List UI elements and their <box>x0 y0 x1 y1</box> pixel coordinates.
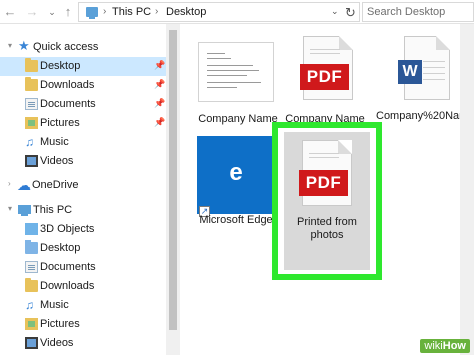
pin-icon: 📌 <box>154 117 166 127</box>
sidebar-item-label: Music <box>40 299 69 311</box>
collapse-chevron-icon[interactable]: ▾ <box>8 204 12 213</box>
sidebar-item-desktop-pc[interactable]: Desktop <box>0 239 166 258</box>
file-item-microsoft-edge[interactable]: e ↗ Microsoft Edge <box>194 136 278 236</box>
documents-icon <box>25 98 38 110</box>
sidebar-item-music[interactable]: ♫ Music <box>0 133 166 152</box>
address-bar[interactable]: › This PC › Desktop ⌄ ↻ <box>78 2 360 22</box>
edge-logo-icon: e <box>229 159 243 186</box>
sidebar-item-documents[interactable]: Documents 📌 <box>0 95 166 114</box>
sidebar-item-label: Documents <box>40 98 96 110</box>
music-icon: ♫ <box>25 135 34 149</box>
main-scrollbar[interactable] <box>460 24 474 355</box>
videos-icon <box>25 337 38 349</box>
file-list: Company Name PDF Company Name W Company%… <box>180 24 474 355</box>
sidebar-item-label: Downloads <box>40 280 95 292</box>
refresh-icon[interactable]: ↻ <box>345 5 356 21</box>
word-icon: W <box>398 60 422 84</box>
file-name: Company%20Name <box>376 110 474 123</box>
file-item-printed-from-photos[interactable]: PDF Printed from photos <box>278 128 376 274</box>
sidebar-item-downloads[interactable]: Downloads 📌 <box>0 76 166 95</box>
computer-icon <box>18 205 31 216</box>
collapse-chevron-icon[interactable]: ▾ <box>8 41 12 50</box>
sidebar-item-pictures[interactable]: Pictures 📌 <box>0 114 166 133</box>
sidebar-item-label: 3D Objects <box>40 223 95 235</box>
sidebar-item-videos[interactable]: Videos <box>0 152 166 171</box>
sidebar-item-desktop[interactable]: Desktop 📌 <box>0 57 166 76</box>
letter-thumbnail <box>198 42 274 102</box>
cube-icon <box>25 223 38 235</box>
sidebar-item-quick-access[interactable]: ▾ ★ Quick access <box>0 38 166 57</box>
file-name: Company Name <box>198 113 278 125</box>
this-pc-icon <box>86 7 98 19</box>
folder-icon <box>25 58 38 72</box>
pictures-icon <box>25 117 38 129</box>
watermark-suffix: How <box>442 340 466 352</box>
sidebar-scrollbar[interactable] <box>166 24 180 355</box>
pin-icon: 📌 <box>154 79 166 89</box>
sidebar-item-label: Quick access <box>33 41 99 53</box>
up-arrow-icon[interactable]: ↑ <box>60 3 76 21</box>
file-name: Printed from photos <box>297 216 357 241</box>
file-name: Microsoft Edge <box>199 214 273 226</box>
sidebar-item-pictures-pc[interactable]: Pictures <box>0 315 166 334</box>
folder-icon <box>25 240 38 254</box>
navigation-pane: ▾ ★ Quick access Desktop 📌 Downloads 📌 D… <box>0 24 180 355</box>
sidebar-item-label: This PC <box>33 204 73 216</box>
videos-icon <box>25 155 38 167</box>
sidebar-item-label: Videos <box>40 155 74 167</box>
music-icon: ♫ <box>25 298 34 312</box>
sidebar-scrollbar-thumb[interactable] <box>169 30 177 330</box>
pin-icon: 📌 <box>154 98 166 108</box>
documents-icon <box>25 261 38 273</box>
sidebar-item-label: OneDrive <box>32 179 79 191</box>
sidebar-item-downloads-pc[interactable]: Downloads <box>0 277 166 296</box>
sidebar-item-label: Desktop <box>40 60 81 72</box>
sidebar-item-this-pc[interactable]: ▾ This PC <box>0 201 166 220</box>
breadcrumb-separator-icon: › <box>155 6 159 17</box>
sidebar-item-label: Documents <box>40 261 96 273</box>
star-icon: ★ <box>18 38 30 53</box>
watermark-brand: wiki <box>424 340 443 352</box>
cloud-icon: ☁ <box>17 177 31 193</box>
forward-arrow-icon[interactable]: → <box>24 3 40 21</box>
file-item-company-20name-word[interactable]: W Company%20Name <box>376 30 474 140</box>
file-item-company-name-letter[interactable]: Company Name <box>198 30 278 130</box>
breadcrumb-separator-icon: › <box>103 6 107 17</box>
address-history-chevron-icon[interactable]: ⌄ <box>331 6 339 17</box>
breadcrumb-this-pc[interactable]: This PC <box>112 6 151 18</box>
address-toolbar: ← → ⌄ ↑ › This PC › Desktop ⌄ ↻ <box>0 0 474 24</box>
sidebar-item-videos-pc[interactable]: Videos <box>0 334 166 353</box>
download-folder-icon <box>25 77 38 91</box>
file-item-company-name-pdf[interactable]: PDF Company Name <box>283 30 367 130</box>
expand-chevron-icon[interactable]: › <box>8 179 11 188</box>
sidebar-item-music-pc[interactable]: ♫ Music <box>0 296 166 315</box>
sidebar-item-onedrive[interactable]: › ☁ OneDrive <box>0 176 166 195</box>
recent-locations-chevron-icon[interactable]: ⌄ <box>46 3 58 21</box>
back-arrow-icon[interactable]: ← <box>2 3 18 21</box>
pin-icon: 📌 <box>154 60 166 70</box>
sidebar-item-label: Music <box>40 136 69 148</box>
download-folder-icon <box>25 278 38 292</box>
sidebar-item-3d-objects[interactable]: 3D Objects <box>0 220 166 239</box>
sidebar-item-label: Videos <box>40 337 74 349</box>
wikihow-watermark: wikiHow <box>420 339 470 353</box>
sidebar-item-label: Pictures <box>40 117 80 129</box>
search-box[interactable] <box>362 2 474 22</box>
sidebar-item-label: Downloads <box>40 79 95 91</box>
pdf-icon: PDF <box>299 170 348 196</box>
sidebar-item-label: Pictures <box>40 318 80 330</box>
sidebar-item-label: Desktop <box>40 242 81 254</box>
breadcrumb-desktop[interactable]: Desktop <box>166 6 206 18</box>
sidebar-item-documents-pc[interactable]: Documents <box>0 258 166 277</box>
pdf-icon: PDF <box>300 64 349 90</box>
search-input[interactable] <box>367 5 471 19</box>
pictures-icon <box>25 318 38 330</box>
